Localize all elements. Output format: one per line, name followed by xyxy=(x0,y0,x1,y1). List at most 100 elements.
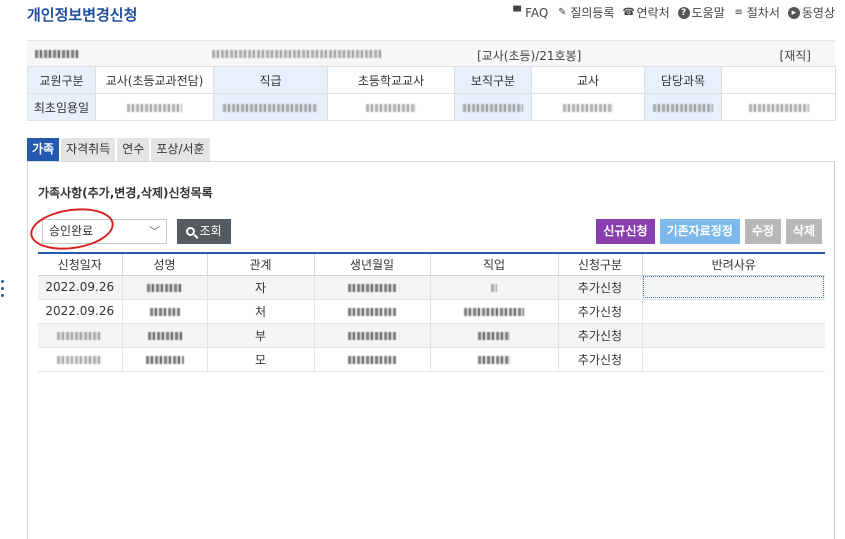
document-icon: ≡ xyxy=(734,6,743,18)
employment-status: [재직] xyxy=(779,49,811,63)
profile-header-row: [교사(초등)/21호봉] [재직] xyxy=(27,40,835,66)
cell-relation: 자 xyxy=(206,275,314,300)
table-row[interactable]: 2022.09.26 처 추가신청 xyxy=(38,299,825,324)
redacted-value-2 xyxy=(531,93,645,121)
rank-class: [교사(초등)/21호봉] xyxy=(477,49,582,63)
phone-icon: ☎ xyxy=(622,6,635,18)
staff-type-label: 교원구분 xyxy=(27,66,96,94)
chevron-down-icon: ﹀ xyxy=(149,225,160,238)
first-appointment-value xyxy=(95,93,214,121)
cell-relation: 부 xyxy=(206,323,314,348)
cell-type: 추가신청 xyxy=(557,323,642,348)
cell-name xyxy=(121,299,207,324)
cell-birth xyxy=(313,323,430,348)
col-reason[interactable]: 반려사유 xyxy=(641,252,825,276)
redacted-value-3 xyxy=(721,93,836,121)
cell-relation: 모 xyxy=(206,347,314,372)
cell-reason[interactable] xyxy=(641,347,825,372)
help-icon: ? xyxy=(677,6,690,19)
cell-job xyxy=(429,299,558,324)
tab-family[interactable]: 가족 xyxy=(27,138,60,161)
first-appointment-label: 최초임용일 xyxy=(27,93,96,121)
grade-label: 직급 xyxy=(213,66,328,94)
redacted-name xyxy=(35,50,80,58)
faq-label: FAQ xyxy=(525,5,549,20)
new-request-button[interactable]: 신규신청 xyxy=(596,219,655,244)
cell-job xyxy=(429,275,558,300)
help-link[interactable]: ? 도움말 xyxy=(677,4,725,21)
faq-link[interactable]: ▀ FAQ xyxy=(511,4,548,21)
profile-info: [교사(초등)/21호봉] [재직] 교원구분 교사(초등교과전담) 직급 초등… xyxy=(27,40,836,121)
cell-type: 추가신청 xyxy=(557,275,642,300)
cell-name xyxy=(121,347,207,372)
staff-type-value: 교사(초등교과전담) xyxy=(95,66,214,94)
redacted-school xyxy=(212,50,382,58)
search-icon xyxy=(186,227,196,236)
table-row[interactable]: 2022.09.26 자 추가신청 xyxy=(38,275,825,300)
contact-label: 연락처 xyxy=(636,6,670,20)
redacted-label-3 xyxy=(644,93,722,121)
tab-bar: 가족 자격취득 연수 포상/서훈 xyxy=(27,138,210,161)
cell-job xyxy=(429,323,558,348)
red-circle-annotation xyxy=(27,203,117,255)
top-links: ▀ FAQ ✎ 질의등록 ☎ 연락처 ? 도움말 ≡ 절차서 ▸ 동영상 xyxy=(511,4,835,21)
action-buttons: 신규신청 기존자료정정 수정 삭제 xyxy=(596,219,822,244)
question-link[interactable]: ✎ 질의등록 xyxy=(556,4,614,21)
section-title: 가족사항(추가,변경,삭제)신청목록 xyxy=(38,186,213,200)
table-header: 신청일자 성명 관계 생년월일 직업 신청구분 반려사유 xyxy=(38,252,825,276)
search-button[interactable]: 조회 xyxy=(177,219,231,244)
procedure-link[interactable]: ≡ 절차서 xyxy=(733,4,780,21)
edit-button[interactable]: 수정 xyxy=(744,219,781,244)
redacted-label-1 xyxy=(213,93,328,121)
delete-button[interactable]: 삭제 xyxy=(785,219,822,244)
col-relation[interactable]: 관계 xyxy=(206,252,314,276)
col-type[interactable]: 신청구분 xyxy=(557,252,642,276)
tab-qualification[interactable]: 자격취득 xyxy=(61,138,116,161)
subject-label: 담당과목 xyxy=(644,66,722,94)
col-birth[interactable]: 생년월일 xyxy=(313,252,430,276)
procedure-label: 절차서 xyxy=(746,6,780,20)
cell-name xyxy=(121,323,207,348)
cell-date: 2022.09.26 xyxy=(38,299,122,324)
cell-birth xyxy=(313,275,430,300)
cell-date xyxy=(38,347,122,372)
subject-value xyxy=(721,66,836,94)
cell-reason[interactable] xyxy=(641,323,825,348)
redacted-label-2 xyxy=(454,93,532,121)
table-row[interactable]: 부 추가신청 xyxy=(38,323,825,348)
col-name[interactable]: 성명 xyxy=(121,252,207,276)
help-label: 도움말 xyxy=(691,6,725,20)
faq-icon: ▀ xyxy=(513,6,521,18)
position-type-label: 보직구분 xyxy=(454,66,532,94)
col-job[interactable]: 직업 xyxy=(429,252,558,276)
profile-table: 교원구분 교사(초등교과전담) 직급 초등학교교사 보직구분 교사 담당과목 최… xyxy=(27,66,836,121)
cell-birth xyxy=(313,299,430,324)
contact-link[interactable]: ☎ 연락처 xyxy=(623,4,670,21)
tab-awards[interactable]: 포상/서훈 xyxy=(151,138,210,161)
col-date[interactable]: 신청일자 xyxy=(38,252,122,276)
cell-relation: 처 xyxy=(206,299,314,324)
position-type-value: 교사 xyxy=(531,66,645,94)
redacted-value-1 xyxy=(327,93,455,121)
tab-training[interactable]: 연수 xyxy=(117,138,150,161)
cell-reason[interactable] xyxy=(641,299,825,324)
cell-birth xyxy=(313,347,430,372)
cell-type: 추가신청 xyxy=(557,299,642,324)
family-panel: 가족사항(추가,변경,삭제)신청목록 승인완료 ﹀ 조회 신규신청 기존자료정정… xyxy=(27,161,835,539)
cell-date: 2022.09.26 xyxy=(38,275,122,300)
cell-job xyxy=(429,347,558,372)
correct-existing-button[interactable]: 기존자료정정 xyxy=(659,219,740,244)
cell-type: 추가신청 xyxy=(557,347,642,372)
request-table: 신청일자 성명 관계 생년월일 직업 신청구분 반려사유 2022.09.26 … xyxy=(38,252,825,372)
cell-name xyxy=(121,275,207,300)
table-row[interactable]: 모 추가신청 xyxy=(38,347,825,372)
resize-handle[interactable] xyxy=(1,280,5,301)
play-icon: ▸ xyxy=(787,6,800,19)
cell-reason[interactable] xyxy=(641,275,825,300)
cell-date xyxy=(38,323,122,348)
pencil-icon: ✎ xyxy=(558,6,567,18)
video-link[interactable]: ▸ 동영상 xyxy=(787,4,835,21)
grade-value: 초등학교교사 xyxy=(327,66,455,94)
video-label: 동영상 xyxy=(801,6,835,20)
page-title: 개인정보변경신청 xyxy=(27,6,138,24)
